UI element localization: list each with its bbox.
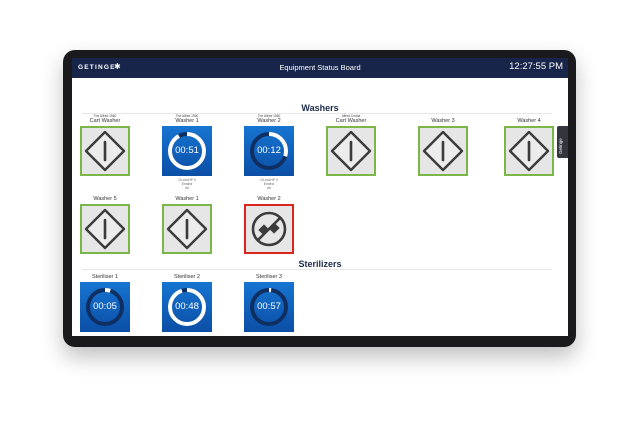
- equipment-tile[interactable]: Washer 2: [239, 196, 299, 254]
- equipment-tile[interactable]: Steriliser 2 00:48: [157, 274, 217, 332]
- screen: GETINGE ✱ Equipment Status Board 12:27:5…: [72, 58, 568, 336]
- tile-label: Steriliser 3: [256, 274, 282, 280]
- section-title-washers: Washers: [301, 103, 339, 113]
- power-diamond-icon: [330, 130, 372, 172]
- equipment-tile[interactable]: Washer 1: [157, 196, 217, 254]
- cycle-time: 00:12: [257, 145, 281, 156]
- page-title: Equipment Status Board: [279, 63, 361, 72]
- status-tile-running[interactable]: 00:51: [162, 126, 212, 176]
- status-tile-ready[interactable]: [80, 126, 130, 176]
- tile-label: Washer 4: [517, 118, 541, 124]
- status-tile-running[interactable]: 00:12: [244, 126, 294, 176]
- equipment-tile[interactable]: The Alfred 1960 Washer 2 00:12 Gr-ecoHP II E…: [239, 114, 299, 190]
- tile-label: Washer 2: [257, 118, 281, 124]
- title-bar: GETINGE ✱ Equipment Status Board 12:27:5…: [72, 58, 568, 78]
- cycle-time: 00:57: [257, 301, 281, 312]
- status-tile-running[interactable]: 00:05: [80, 282, 130, 332]
- power-diamond-icon: [508, 130, 550, 172]
- tile-program-caption: ##: [185, 186, 189, 190]
- power-diamond-icon: [422, 130, 464, 172]
- tile-label: Washer 1: [175, 196, 199, 202]
- section-divider: [82, 113, 552, 114]
- tile-label: Washer 5: [93, 196, 117, 202]
- tile-label: Steriliser 2: [174, 274, 200, 280]
- tile-label: Cart Washer: [89, 118, 121, 124]
- status-tile-running[interactable]: 00:57: [244, 282, 294, 332]
- status-tile-running[interactable]: 00:48: [162, 282, 212, 332]
- status-tile-ready[interactable]: [504, 126, 554, 176]
- status-tile-ready[interactable]: [162, 204, 212, 254]
- power-diamond-icon: [84, 208, 126, 250]
- cycle-time: 00:51: [175, 145, 199, 156]
- tile-label: Cart Washer: [335, 118, 367, 124]
- status-tile-ready[interactable]: [80, 204, 130, 254]
- equipment-tile[interactable]: Steriliser 1 00:05: [75, 274, 135, 332]
- cycle-time: 00:48: [175, 301, 199, 312]
- equipment-tile[interactable]: Washer 3: [413, 114, 473, 176]
- status-tile-ready[interactable]: [418, 126, 468, 176]
- equipment-tile[interactable]: The Alfred 1960 Cart Washer: [75, 114, 135, 176]
- tile-label: Steriliser 1: [92, 274, 118, 280]
- equipment-tile[interactable]: Washer 4: [499, 114, 559, 176]
- equipment-tile[interactable]: Washer 5: [75, 196, 135, 254]
- disconnected-plug-icon: [251, 211, 287, 247]
- status-tile-fault[interactable]: [244, 204, 294, 254]
- status-tile-ready[interactable]: [326, 126, 376, 176]
- section-title-sterilizers: Sterilizers: [298, 259, 342, 269]
- tile-program-caption: ##: [267, 186, 271, 190]
- section-divider: [82, 269, 552, 270]
- power-diamond-icon: [84, 130, 126, 172]
- cycle-time: 00:05: [93, 301, 117, 312]
- equipment-tile[interactable]: Steriliser 3 00:57: [239, 274, 299, 332]
- equipment-tile[interactable]: The Alfred 1960 Washer 1 00:51 Gr-ecoHP II E…: [157, 114, 217, 190]
- tile-label: Washer 1: [175, 118, 199, 124]
- power-diamond-icon: [166, 208, 208, 250]
- clock: 12:27:55 PM: [509, 61, 563, 72]
- equipment-tile[interactable]: Alfred Cedna Cart Washer: [321, 114, 381, 176]
- tile-label: Washer 3: [431, 118, 455, 124]
- tile-label: Washer 2: [257, 196, 281, 202]
